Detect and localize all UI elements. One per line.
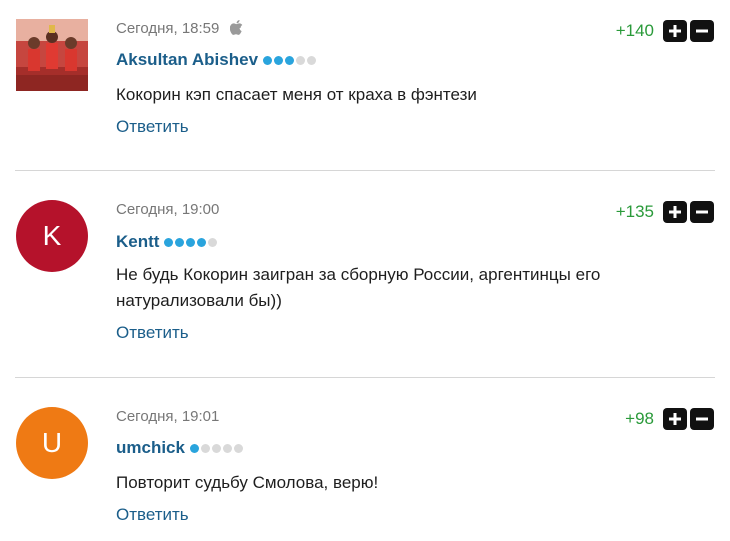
comment-text: Кокорин кэп спасает меня от краха в фэнт… <box>116 85 477 104</box>
upvote-button[interactable] <box>663 20 687 42</box>
upvote-button[interactable] <box>663 408 687 430</box>
rating-dot <box>222 443 232 453</box>
comment-text: Повторит судьбу Смолова, верю! <box>116 473 379 492</box>
timestamp-text: Сегодня, 19:01 <box>116 408 220 425</box>
divider <box>15 170 715 171</box>
rating-dot <box>189 443 199 453</box>
rating-dot <box>274 55 284 65</box>
avatar-letter: U <box>41 427 63 458</box>
timestamp: Сегодня, 19:00 <box>116 201 219 218</box>
apple-icon <box>229 20 243 39</box>
timestamp-text: Сегодня, 18:59 <box>116 20 220 37</box>
minus-icon <box>696 29 708 33</box>
reply-button[interactable]: Ответить <box>116 505 189 525</box>
vote-score: +135 <box>615 202 654 221</box>
plus-icon <box>669 413 681 425</box>
user-rating <box>263 55 317 65</box>
author-name[interactable]: umchick <box>116 438 185 458</box>
author-row: umchick <box>116 438 243 458</box>
minus-icon <box>696 210 708 214</box>
upvote-button[interactable] <box>663 201 687 223</box>
reply-button[interactable]: Ответить <box>116 323 189 343</box>
author-row: Kentt <box>116 232 218 252</box>
rating-dot <box>175 237 185 247</box>
rating-dot <box>285 55 295 65</box>
rating-dot <box>233 443 243 453</box>
timestamp: Сегодня, 18:59 <box>116 20 243 39</box>
downvote-button[interactable] <box>690 408 714 430</box>
rating-dot <box>208 237 218 247</box>
rating-dot <box>186 237 196 247</box>
rating-dot <box>296 55 306 65</box>
avatar[interactable] <box>16 19 88 91</box>
author-name[interactable]: Aksultan Abishev <box>116 50 258 70</box>
author-name[interactable]: Kentt <box>116 232 159 252</box>
vote-controls: +135 <box>616 201 714 223</box>
rating-dot <box>263 55 273 65</box>
user-rating <box>164 237 218 247</box>
minus-icon <box>696 417 708 421</box>
avatar[interactable]: U <box>16 407 88 479</box>
downvote-button[interactable] <box>690 20 714 42</box>
avatar-letter: K <box>42 220 62 251</box>
timestamp: Сегодня, 19:01 <box>116 408 219 425</box>
vote-controls: +98 <box>625 408 714 430</box>
rating-dot <box>200 443 210 453</box>
vote-score: +98 <box>625 409 654 428</box>
timestamp-text: Сегодня, 19:00 <box>116 201 220 218</box>
rating-dot <box>307 55 317 65</box>
vote-controls: +140 <box>616 20 714 42</box>
plus-icon <box>669 206 681 218</box>
avatar-photo <box>16 19 88 91</box>
author-row: Aksultan Abishev <box>116 50 317 70</box>
downvote-button[interactable] <box>690 201 714 223</box>
rating-dot <box>197 237 207 247</box>
rating-dot <box>211 443 221 453</box>
reply-button[interactable]: Ответить <box>116 117 189 137</box>
comment-text: Не будь Кокорин заигран за сборную Росси… <box>116 265 601 310</box>
avatar[interactable]: K <box>16 200 88 272</box>
vote-score: +140 <box>615 21 654 40</box>
user-rating <box>189 443 243 453</box>
divider <box>15 377 715 378</box>
rating-dot <box>164 237 174 247</box>
plus-icon <box>669 25 681 37</box>
